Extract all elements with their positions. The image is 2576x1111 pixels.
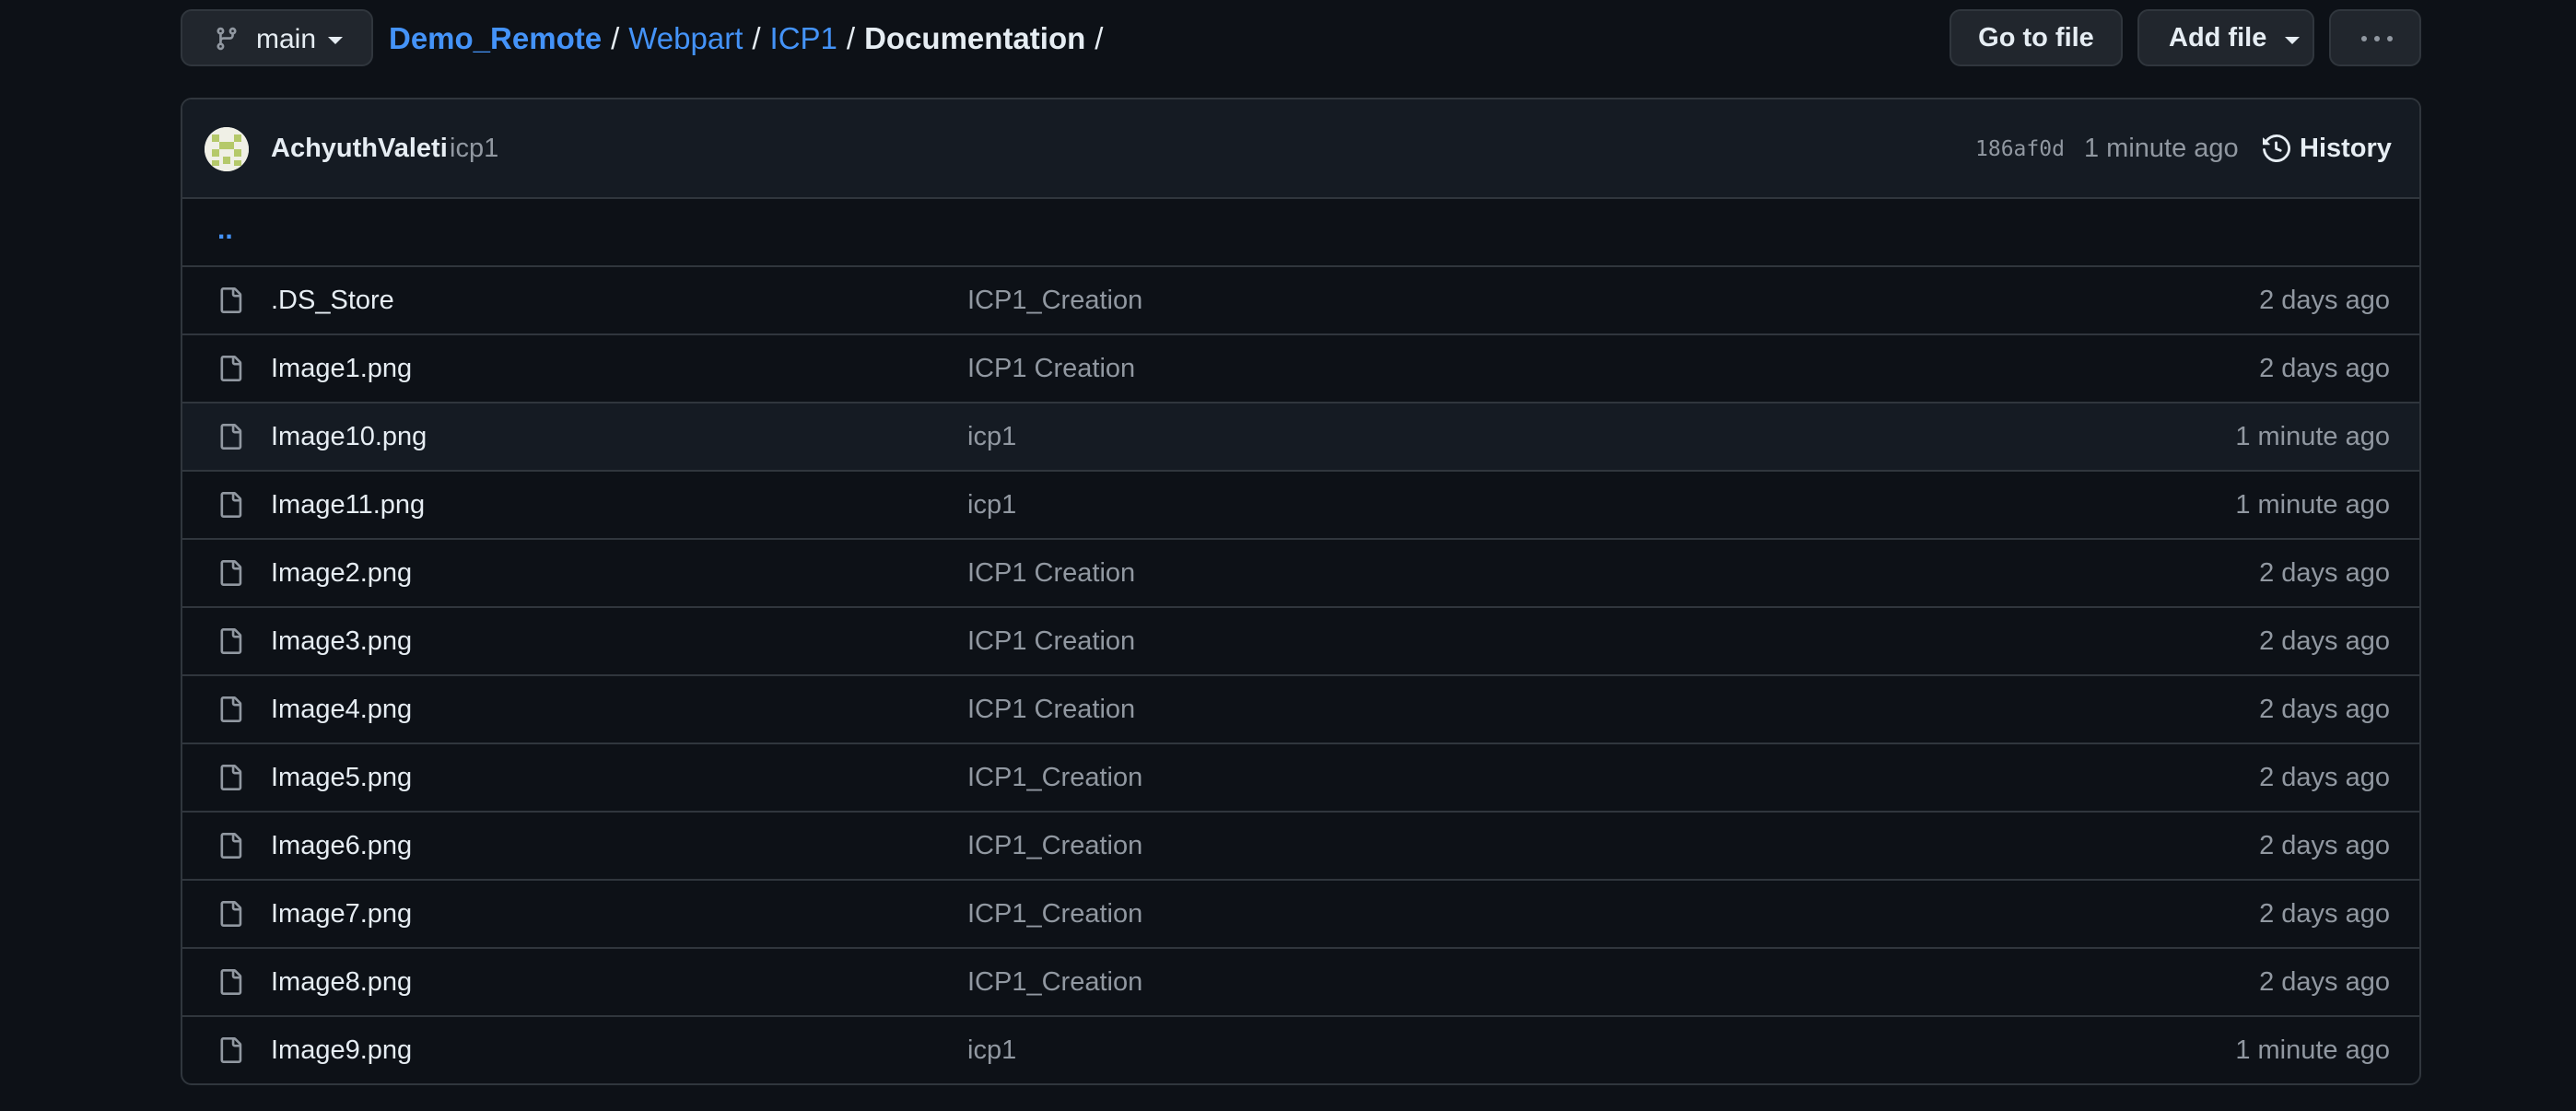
file-row[interactable]: Image10.png icp1 1 minute ago (182, 403, 2419, 472)
chevron-down-icon (328, 37, 343, 44)
parent-directory-row[interactable]: .. (182, 199, 2419, 267)
file-commit-time: 2 days ago (2259, 967, 2390, 997)
file-row[interactable]: Image9.png icp1 1 minute ago (182, 1017, 2419, 1083)
breadcrumb-separator: / (611, 21, 620, 55)
file-name-link[interactable]: Image10.png (271, 420, 427, 453)
history-label: History (2300, 134, 2392, 163)
file-row[interactable]: Image7.png ICP1_Creation 2 days ago (182, 881, 2419, 949)
file-name-link[interactable]: Image11.png (271, 488, 425, 521)
breadcrumb-separator: / (752, 21, 761, 55)
breadcrumb-current-folder: Documentation (864, 21, 1086, 55)
history-icon (2263, 134, 2290, 162)
file-commit-time: 2 days ago (2259, 763, 2390, 792)
chevron-down-icon (2285, 37, 2300, 44)
more-options-button[interactable] (2329, 9, 2421, 66)
file-commit-message-link[interactable]: ICP1_Creation (967, 761, 1142, 794)
file-icon (217, 626, 243, 656)
latest-commit-bar: AchyuthValeti icp1 186af0d 1 minute ago … (182, 99, 2419, 199)
file-icon (217, 354, 243, 383)
go-to-file-button[interactable]: Go to file (1950, 9, 2123, 66)
parent-directory-link[interactable]: .. (217, 214, 233, 247)
file-commit-time: 2 days ago (2259, 354, 2390, 383)
file-icon (217, 831, 243, 860)
file-row[interactable]: .DS_Store ICP1_Creation 2 days ago (182, 267, 2419, 335)
file-commit-time: 2 days ago (2259, 558, 2390, 588)
file-name-link[interactable]: Image9.png (271, 1034, 412, 1067)
identicon-icon (205, 127, 249, 171)
file-row[interactable]: Image3.png ICP1 Creation 2 days ago (182, 608, 2419, 676)
file-commit-message-link[interactable]: icp1 (967, 488, 1016, 521)
file-row[interactable]: Image5.png ICP1_Creation 2 days ago (182, 744, 2419, 813)
repo-directory-page: main Demo_Remote / Webpart / ICP1 / Docu… (181, 0, 2421, 1111)
file-icon (217, 967, 243, 997)
file-name-link[interactable]: Image5.png (271, 761, 412, 794)
breadcrumb-trailing-separator: / (1095, 21, 1104, 55)
file-commit-time: 2 days ago (2259, 899, 2390, 929)
file-name-link[interactable]: Image3.png (271, 625, 412, 658)
breadcrumb-folder-icp1[interactable]: ICP1 (770, 20, 837, 57)
file-icon (217, 286, 243, 315)
breadcrumb-separator: / (846, 21, 856, 55)
file-commit-message-link[interactable]: ICP1 Creation (967, 556, 1135, 590)
file-commit-message-link[interactable]: ICP1 Creation (967, 625, 1135, 658)
file-row[interactable]: Image6.png ICP1_Creation 2 days ago (182, 813, 2419, 881)
file-name-link[interactable]: Image4.png (271, 693, 412, 726)
commit-author-link[interactable]: AchyuthValeti (271, 131, 448, 166)
file-name-link[interactable]: Image1.png (271, 352, 412, 385)
add-file-button[interactable]: Add file (2137, 9, 2314, 66)
file-name-link[interactable]: Image6.png (271, 829, 412, 862)
file-commit-time: 1 minute ago (2235, 422, 2390, 451)
file-icon (217, 899, 243, 929)
file-row[interactable]: Image1.png ICP1 Creation 2 days ago (182, 335, 2419, 403)
kebab-horizontal-icon (2361, 36, 2393, 41)
breadcrumb-folder-webpart[interactable]: Webpart (628, 20, 743, 57)
breadcrumb: Demo_Remote / Webpart / ICP1 / Documenta… (389, 20, 1112, 57)
file-row[interactable]: Image2.png ICP1 Creation 2 days ago (182, 540, 2419, 608)
commit-time: 1 minute ago (2084, 134, 2239, 163)
add-file-label: Add file (2169, 23, 2267, 53)
file-row[interactable]: Image8.png ICP1_Creation 2 days ago (182, 949, 2419, 1017)
file-commit-message-link[interactable]: icp1 (967, 420, 1016, 453)
file-commit-message-link[interactable]: ICP1 Creation (967, 693, 1135, 726)
file-row[interactable]: Image11.png icp1 1 minute ago (182, 472, 2419, 540)
file-commit-message-link[interactable]: ICP1_Creation (967, 897, 1142, 930)
file-commit-message-link[interactable]: ICP1_Creation (967, 965, 1142, 999)
file-commit-message-link[interactable]: ICP1_Creation (967, 829, 1142, 862)
file-commit-message-link[interactable]: ICP1 Creation (967, 352, 1135, 385)
file-list: AchyuthValeti icp1 186af0d 1 minute ago … (181, 98, 2421, 1085)
file-name-link[interactable]: .DS_Store (271, 284, 394, 317)
file-commit-message-link[interactable]: icp1 (967, 1034, 1016, 1067)
file-commit-message-link[interactable]: ICP1_Creation (967, 284, 1142, 317)
breadcrumb-repo-link[interactable]: Demo_Remote (389, 20, 602, 57)
file-icon (217, 1035, 243, 1065)
file-icon (217, 558, 243, 588)
git-branch-icon (217, 27, 237, 51)
directory-toolbar: main Demo_Remote / Webpart / ICP1 / Docu… (181, 9, 2421, 68)
file-rows: .DS_Store ICP1_Creation 2 days ago Image1.p… (182, 267, 2419, 1083)
file-commit-time: 2 days ago (2259, 626, 2390, 656)
commit-sha-link[interactable]: 186af0d (1975, 134, 2065, 164)
file-name-link[interactable]: Image2.png (271, 556, 412, 590)
file-commit-time: 2 days ago (2259, 286, 2390, 315)
file-name-link[interactable]: Image8.png (271, 965, 412, 999)
file-commit-time: 2 days ago (2259, 831, 2390, 860)
file-icon (217, 695, 243, 724)
avatar[interactable] (205, 127, 249, 171)
branch-selector-button[interactable]: main (181, 9, 373, 66)
file-name-link[interactable]: Image7.png (271, 897, 412, 930)
file-commit-time: 1 minute ago (2235, 490, 2390, 520)
file-commit-time: 2 days ago (2259, 695, 2390, 724)
file-icon (217, 422, 243, 451)
file-commit-time: 1 minute ago (2235, 1035, 2390, 1065)
file-row[interactable]: Image4.png ICP1 Creation 2 days ago (182, 676, 2419, 744)
file-icon (217, 763, 243, 792)
branch-name: main (256, 24, 317, 54)
commit-message-link[interactable]: icp1 (450, 131, 498, 166)
file-icon (217, 490, 243, 520)
